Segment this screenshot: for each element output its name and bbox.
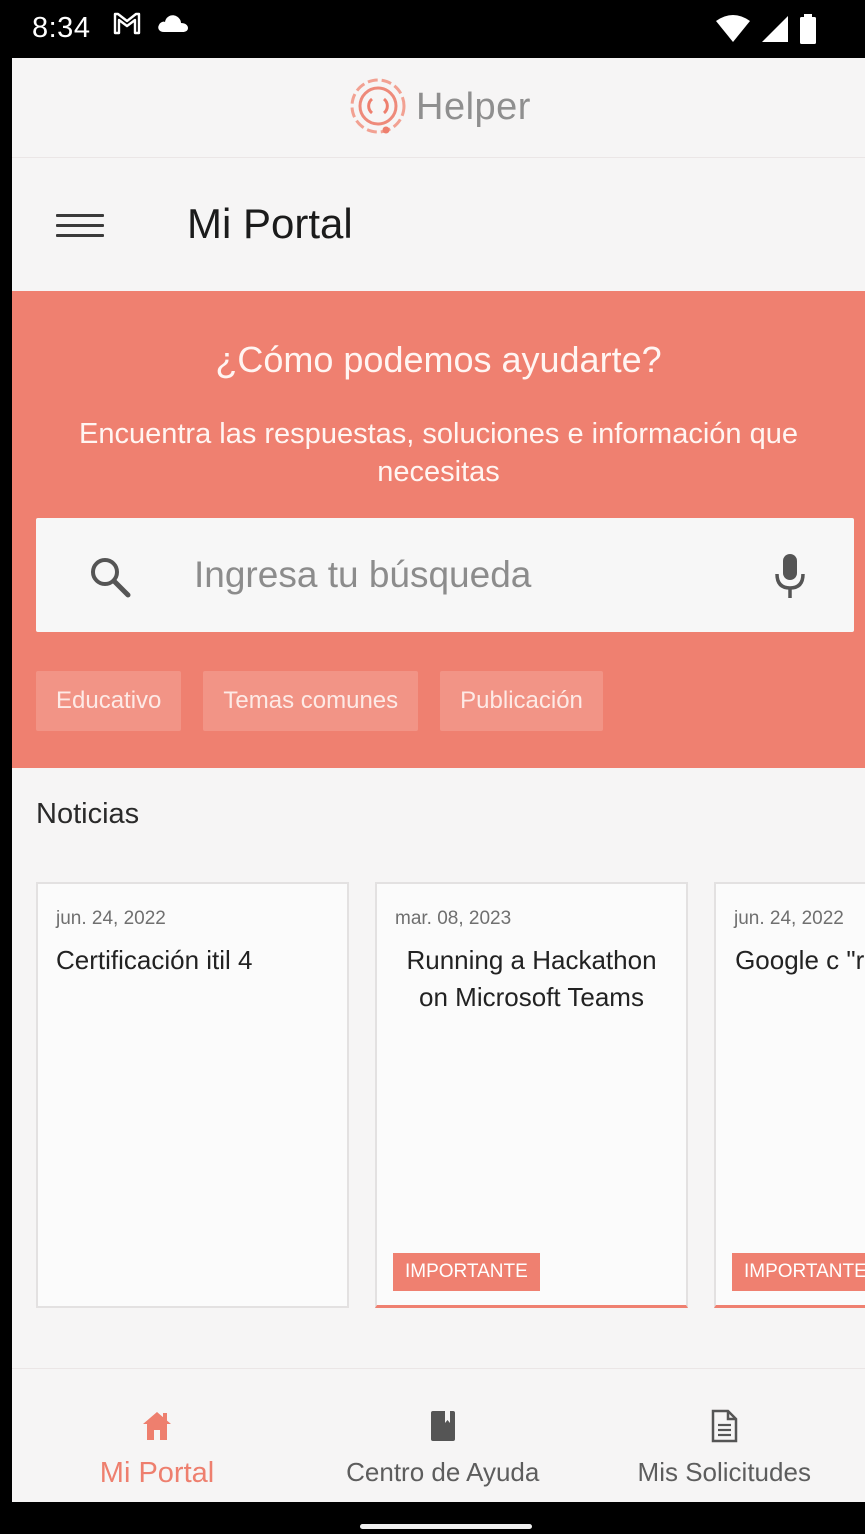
chip-educativo[interactable]: Educativo <box>36 671 182 731</box>
status-time: 8:34 <box>32 12 91 44</box>
battery-icon <box>800 14 816 44</box>
hero-title: ¿Cómo podemos ayudarte? <box>215 339 662 380</box>
news-card-title: Running a Hackathon on Microsoft Teams <box>406 945 657 1012</box>
chip-temas-comunes[interactable]: Temas comunes <box>203 671 419 731</box>
help-hero: ¿Cómo podemos ayudarte? Encuentra las re… <box>12 291 865 768</box>
news-card-title: Certificación itil 4 <box>56 945 253 975</box>
news-card[interactable]: jun. 24, 2022 Google c "rechazar coo IMP… <box>714 882 865 1308</box>
news-card-title: Google c "rechazar coo <box>735 945 865 975</box>
nav-mis-solicitudes[interactable]: Mis Solicitudes <box>584 1369 865 1502</box>
news-card-date: jun. 24, 2022 <box>734 908 844 929</box>
news-card[interactable]: jun. 24, 2022 Certificación itil 4 <box>36 882 349 1308</box>
helper-logo-icon <box>350 78 406 133</box>
nav-centro-de-ayuda[interactable]: Centro de Ayuda <box>302 1369 584 1502</box>
signal-icon <box>762 16 788 42</box>
brand-header: Helper <box>12 58 865 158</box>
brand-name: Helper <box>416 86 531 128</box>
search-icon[interactable] <box>88 555 132 599</box>
app-bar: Mi Portal <box>12 158 865 291</box>
wifi-icon <box>716 15 750 42</box>
nav-label: Mis Solicitudes <box>637 1457 811 1487</box>
search-bar[interactable] <box>36 518 854 632</box>
hero-subtitle: Encuentra las respuestas, soluciones e i… <box>79 418 798 488</box>
category-chips: Educativo Temas comunes Publicación <box>36 671 603 731</box>
home-icon <box>143 1412 171 1440</box>
system-home-bar <box>0 1502 865 1534</box>
hamburger-menu-icon[interactable] <box>52 204 108 246</box>
page-title: Mi Portal <box>187 200 353 247</box>
microphone-icon[interactable] <box>772 552 808 600</box>
bottom-navigation: Mi Portal Centro de Ayuda Mis Solicitude… <box>12 1368 865 1502</box>
cloud-icon <box>158 15 188 32</box>
nav-mi-portal[interactable]: Mi Portal <box>12 1369 302 1502</box>
important-badge: IMPORTANTE <box>393 1253 540 1291</box>
important-badge: IMPORTANTE <box>732 1253 865 1291</box>
home-handle[interactable] <box>360 1524 532 1529</box>
book-icon <box>430 1411 455 1441</box>
news-card-date: mar. 08, 2023 <box>395 908 512 929</box>
chip-publicacion[interactable]: Publicación <box>440 671 603 731</box>
nav-label: Centro de Ayuda <box>346 1457 540 1487</box>
news-section-title: Noticias <box>36 798 140 830</box>
status-bar: 8:34 <box>0 0 865 58</box>
document-icon <box>712 1409 738 1443</box>
news-card-date: jun. 24, 2022 <box>56 908 166 929</box>
news-carousel: jun. 24, 2022 Certificación itil 4 mar. … <box>36 882 865 1308</box>
search-input[interactable] <box>194 551 724 599</box>
news-card[interactable]: mar. 08, 2023 Running a Hackathon on Mic… <box>375 882 688 1308</box>
nav-label: Mi Portal <box>99 1457 215 1489</box>
app-screen: Helper Mi Portal ¿Cómo podemos ayudarte?… <box>12 58 865 1502</box>
gmail-icon <box>113 12 141 35</box>
